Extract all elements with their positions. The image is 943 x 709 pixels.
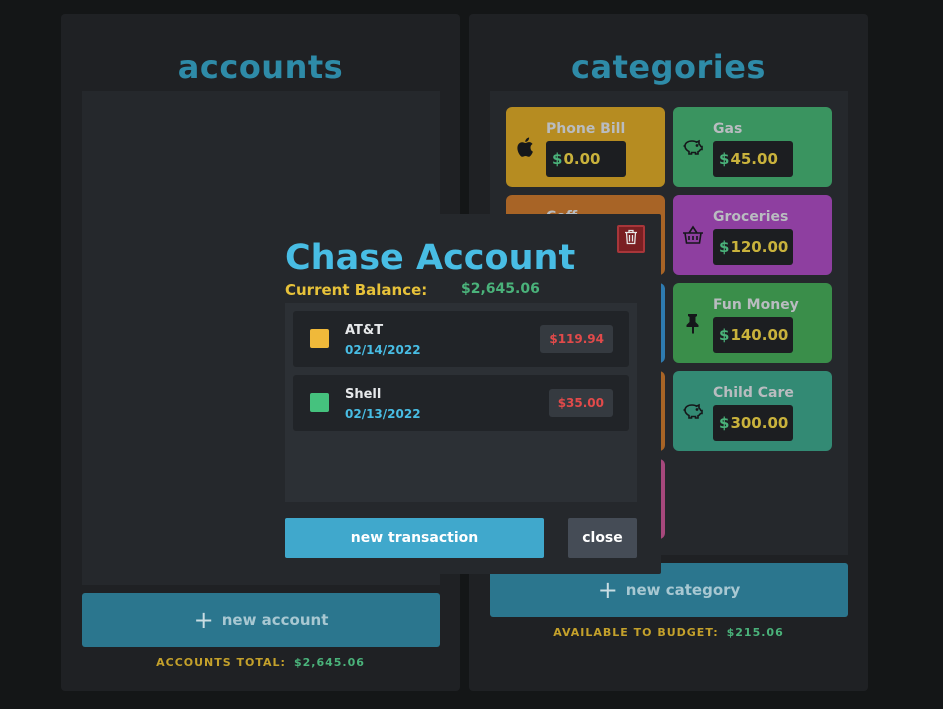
trash-icon (624, 229, 638, 249)
transaction-color-swatch (310, 329, 329, 348)
pushpin-icon (681, 311, 705, 335)
apple-icon (514, 135, 538, 159)
category-name: Phone Bill (546, 121, 626, 137)
new-transaction-button[interactable]: new transaction (285, 518, 544, 558)
current-balance-value: $2,645.06 (461, 281, 540, 297)
plus-icon: + (193, 606, 214, 634)
category-card-child-care[interactable]: Child Care $300.00 (673, 371, 832, 451)
dollar-sign: $ (719, 414, 730, 432)
dollar-sign: $ (552, 150, 563, 168)
category-name: Child Care (713, 385, 794, 401)
modal-title: Chase Account (285, 238, 576, 278)
category-amount-value: 0.00 (563, 150, 601, 168)
piggy-bank-icon (681, 135, 705, 159)
category-amount-value: 140.00 (730, 326, 789, 344)
new-category-label: new category (625, 581, 741, 599)
basket-icon (681, 223, 705, 247)
categories-title: categories (571, 48, 766, 86)
category-card-gas[interactable]: Gas $45.00 (673, 107, 832, 187)
transaction-amount: $35.00 (548, 389, 613, 417)
category-card-groceries[interactable]: Groceries $120.00 (673, 195, 832, 275)
delete-account-button[interactable] (617, 225, 645, 253)
available-to-budget: AVAILABLE TO BUDGET: $215.06 (469, 626, 868, 639)
transaction-payee: Shell (345, 387, 382, 402)
available-to-budget-label: AVAILABLE TO BUDGET: (553, 626, 719, 639)
category-amount-value: 45.00 (730, 150, 778, 168)
transaction-payee: AT&T (345, 323, 384, 338)
available-to-budget-value: $215.06 (726, 626, 784, 639)
category-amount-value: 120.00 (730, 238, 789, 256)
accounts-total-label: ACCOUNTS TOTAL: (156, 656, 286, 669)
category-card-fun-money[interactable]: Fun Money $140.00 (673, 283, 832, 363)
piggy-bank-icon (681, 399, 705, 423)
new-account-button[interactable]: + new account (82, 593, 440, 647)
category-card-phone-bill[interactable]: Phone Bill $0.00 (506, 107, 665, 187)
category-amount[interactable]: $45.00 (713, 141, 793, 177)
category-name: Fun Money (713, 297, 799, 313)
category-name: Groceries (713, 209, 789, 225)
category-amount-value: 300.00 (730, 414, 789, 432)
transaction-date: 02/14/2022 (345, 343, 421, 357)
transaction-list: AT&T 02/14/2022 $119.94 Shell 02/13/2022… (285, 303, 637, 502)
transaction-row[interactable]: AT&T 02/14/2022 $119.94 (293, 311, 629, 367)
category-amount[interactable]: $300.00 (713, 405, 793, 441)
category-amount[interactable]: $140.00 (713, 317, 793, 353)
transaction-color-swatch (310, 393, 329, 412)
transaction-row[interactable]: Shell 02/13/2022 $35.00 (293, 375, 629, 431)
category-amount[interactable]: $0.00 (546, 141, 626, 177)
accounts-total-value: $2,645.06 (293, 656, 365, 669)
close-button[interactable]: close (568, 518, 637, 558)
category-name: Gas (713, 121, 743, 137)
dollar-sign: $ (719, 150, 730, 168)
transaction-date: 02/13/2022 (345, 407, 421, 421)
accounts-title: accounts (177, 48, 344, 86)
transaction-amount: $119.94 (540, 325, 613, 353)
current-balance-label: Current Balance: (285, 281, 428, 299)
accounts-total: ACCOUNTS TOTAL: $2,645.06 (61, 656, 460, 669)
dollar-sign: $ (719, 238, 730, 256)
category-amount[interactable]: $120.00 (713, 229, 793, 265)
account-modal: Chase Account Current Balance: $2,645.06… (261, 214, 661, 574)
dollar-sign: $ (719, 326, 730, 344)
new-account-label: new account (221, 611, 329, 629)
plus-icon: + (597, 576, 618, 604)
